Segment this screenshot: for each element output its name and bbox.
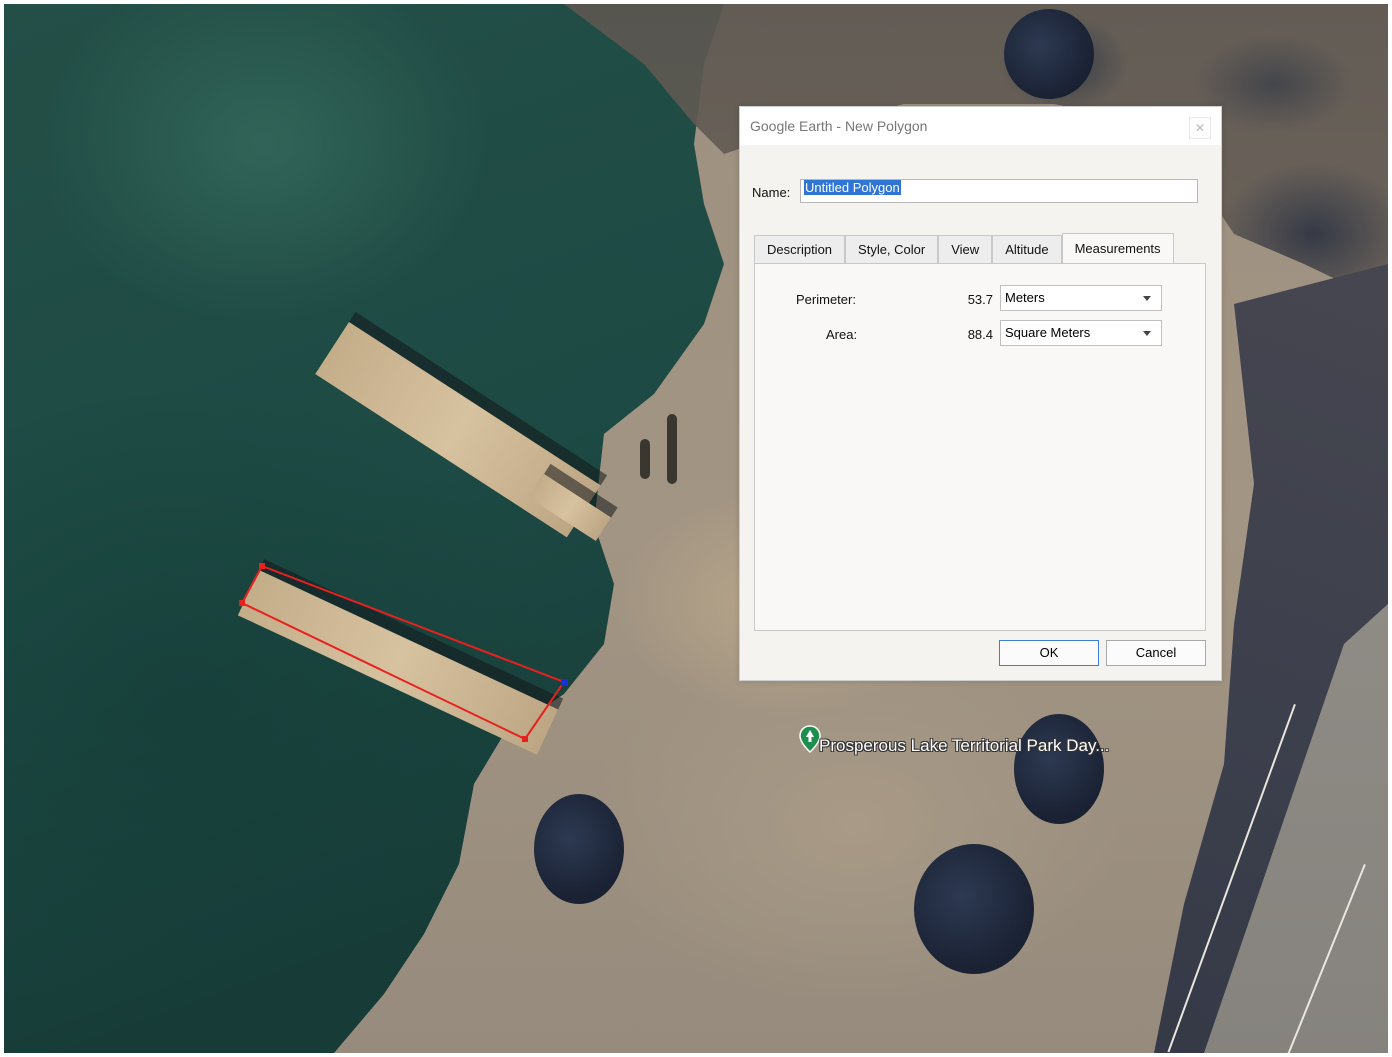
new-polygon-dialog: Google Earth - New Polygon ✕ Name: Untit…	[739, 106, 1222, 681]
ok-button[interactable]: OK	[999, 640, 1099, 666]
polygon-vertex[interactable]	[259, 563, 265, 569]
chevron-down-icon	[1143, 331, 1151, 336]
polygon-outline[interactable]	[240, 564, 566, 741]
close-icon: ✕	[1194, 121, 1206, 135]
polygon-vertex-active[interactable]	[561, 679, 568, 686]
perimeter-unit-value: Meters	[1005, 290, 1045, 305]
tab-bar: Description Style, Color View Altitude M…	[754, 233, 1174, 263]
chevron-down-icon	[1143, 296, 1151, 301]
tab-description[interactable]: Description	[754, 235, 846, 263]
polygon-vertex[interactable]	[239, 600, 245, 606]
name-input-value: Untitled Polygon	[804, 180, 901, 195]
area-value: 88.4	[967, 327, 993, 342]
perimeter-value: 53.7	[967, 292, 993, 307]
name-label: Name:	[752, 185, 791, 200]
tab-view[interactable]: View	[938, 235, 993, 263]
dialog-titlebar[interactable]: Google Earth - New Polygon ✕	[740, 107, 1221, 145]
area-unit-value: Square Meters	[1005, 325, 1091, 340]
name-input[interactable]: Untitled Polygon	[800, 179, 1198, 203]
close-button[interactable]: ✕	[1189, 117, 1211, 139]
measurements-panel: Perimeter: 53.7 Meters Area: 88.4 Square…	[754, 263, 1206, 631]
cancel-button[interactable]: Cancel	[1106, 640, 1206, 666]
tab-altitude[interactable]: Altitude	[992, 235, 1062, 263]
tab-measurements[interactable]: Measurements	[1061, 233, 1174, 263]
place-label-text[interactable]: Prosperous Lake Territorial Park Day...	[819, 736, 1109, 756]
place-marker[interactable]: Prosperous Lake Territorial Park Day...	[799, 722, 1109, 756]
perimeter-unit-select[interactable]: Meters	[1000, 285, 1162, 311]
tab-style-color[interactable]: Style, Color	[845, 235, 939, 263]
polygon-vertex[interactable]	[522, 736, 528, 742]
area-label: Area:	[826, 327, 858, 342]
perimeter-label: Perimeter:	[796, 292, 856, 307]
park-pin-icon[interactable]	[799, 725, 821, 753]
dialog-title: Google Earth - New Polygon	[750, 118, 928, 134]
area-unit-select[interactable]: Square Meters	[1000, 320, 1162, 346]
